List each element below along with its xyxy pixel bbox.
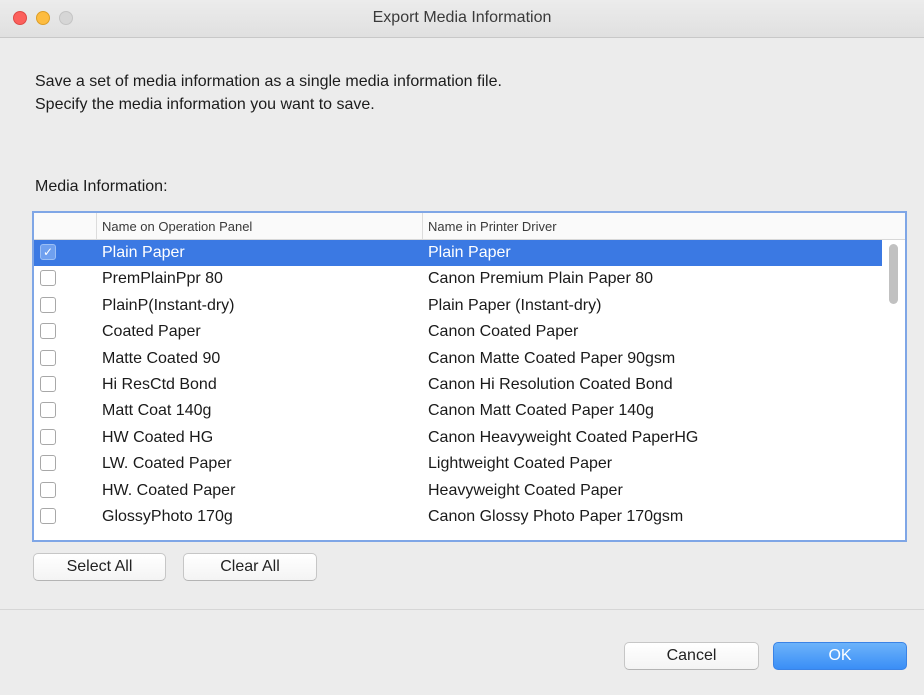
table-row[interactable]: Matte Coated 90 Canon Matte Coated Paper …	[34, 346, 905, 372]
table-header: Name on Operation Panel Name in Printer …	[34, 213, 905, 240]
row-checkbox[interactable]	[40, 375, 56, 392]
panel-name-cell: Plain Paper	[102, 244, 185, 261]
row-checkbox[interactable]	[40, 349, 56, 366]
row-checkbox[interactable]	[40, 481, 56, 498]
table-row[interactable]: HW Coated HG Canon Heavyweight Coated Pap…	[34, 425, 905, 451]
table-row[interactable]: ✓ Plain Paper Plain Paper	[34, 240, 882, 267]
table-row[interactable]: HW. Coated Paper Heavyweight Coated Paper	[34, 478, 905, 504]
row-checkbox[interactable]	[40, 296, 56, 313]
select-all-button[interactable]: Select All	[33, 553, 166, 581]
driver-name-cell: Canon Heavyweight Coated PaperHG	[428, 428, 699, 446]
description-line-2: Specify the media information you want t…	[35, 96, 375, 113]
table-row[interactable]: LW. Coated Paper Lightweight Coated Paper	[34, 451, 905, 477]
driver-name-cell: Canon Glossy Photo Paper 170gsm	[428, 507, 684, 525]
table-row[interactable]: PlainP(Instant-dry) Plain Paper (Instant-…	[34, 293, 905, 319]
panel-name-cell: Coated Paper	[102, 323, 201, 341]
driver-name-cell: Canon Coated Paper	[428, 323, 579, 341]
vertical-scrollbar[interactable]	[883, 240, 905, 540]
clear-all-button[interactable]: Clear All	[183, 553, 317, 581]
panel-name-cell: GlossyPhoto 170g	[102, 507, 233, 525]
description: Save a set of media information as a sin…	[35, 70, 502, 116]
row-checkbox[interactable]	[40, 402, 56, 419]
table-row[interactable]: Hi ResCtd Bond Canon Hi Resolution Coated…	[34, 372, 905, 398]
column-divider	[422, 213, 423, 239]
column-header-panel-name[interactable]: Name on Operation Panel	[102, 219, 252, 234]
driver-name-cell: Plain Paper	[428, 244, 511, 261]
row-checkbox[interactable]	[40, 428, 56, 445]
column-header-checkbox[interactable]	[34, 213, 97, 239]
window-title: Export Media Information	[372, 9, 552, 26]
panel-name-cell: PlainP(Instant-dry)	[102, 296, 235, 314]
driver-name-cell: Canon Matt Coated Paper 140g	[428, 402, 654, 420]
media-information-label: Media Information:	[35, 178, 168, 195]
table-row[interactable]: GlossyPhoto 170g Canon Glossy Photo Paper…	[34, 504, 905, 530]
column-header-driver-name[interactable]: Name in Printer Driver	[428, 219, 557, 234]
table-body: ✓ Plain Paper Plain Paper PremPlainPpr 80 Ca…	[34, 240, 905, 530]
table-row[interactable]: Matt Coat 140g Canon Matt Coated Paper 14…	[34, 398, 905, 424]
row-checkbox[interactable]	[40, 455, 56, 472]
row-checkbox[interactable]	[40, 507, 56, 524]
table-row[interactable]: PremPlainPpr 80 Canon Premium Plain Paper…	[34, 266, 905, 292]
panel-name-cell: HW. Coated Paper	[102, 481, 236, 499]
driver-name-cell: Canon Matte Coated Paper 90gsm	[428, 349, 676, 367]
driver-name-cell: Lightweight Coated Paper	[428, 455, 613, 473]
panel-name-cell: HW Coated HG	[102, 428, 214, 446]
driver-name-cell: Heavyweight Coated Paper	[428, 481, 623, 499]
title-bar: Export Media Information	[0, 0, 924, 38]
driver-name-cell: Canon Premium Plain Paper 80	[428, 270, 654, 288]
panel-name-cell: PremPlainPpr 80	[102, 270, 223, 288]
row-checkbox[interactable]	[40, 323, 56, 340]
panel-name-cell: Matte Coated 90	[102, 349, 221, 367]
cancel-button[interactable]: Cancel	[624, 642, 759, 670]
media-information-table[interactable]: Name on Operation Panel Name in Printer …	[32, 211, 907, 542]
driver-name-cell: Canon Hi Resolution Coated Bond	[428, 375, 673, 393]
description-line-1: Save a set of media information as a sin…	[35, 73, 502, 90]
ok-button[interactable]: OK	[773, 642, 907, 670]
row-checkbox[interactable]	[40, 270, 56, 287]
row-checkbox[interactable]: ✓	[40, 244, 56, 260]
panel-name-cell: Hi ResCtd Bond	[102, 375, 217, 393]
table-row[interactable]: Coated Paper Canon Coated Paper	[34, 319, 905, 345]
driver-name-cell: Plain Paper (Instant-dry)	[428, 296, 602, 314]
panel-name-cell: LW. Coated Paper	[102, 455, 232, 473]
footer-divider	[0, 609, 924, 610]
export-media-dialog: Export Media Information Save a set of m…	[0, 0, 924, 695]
panel-name-cell: Matt Coat 140g	[102, 402, 212, 420]
scrollbar-thumb[interactable]	[889, 244, 898, 304]
